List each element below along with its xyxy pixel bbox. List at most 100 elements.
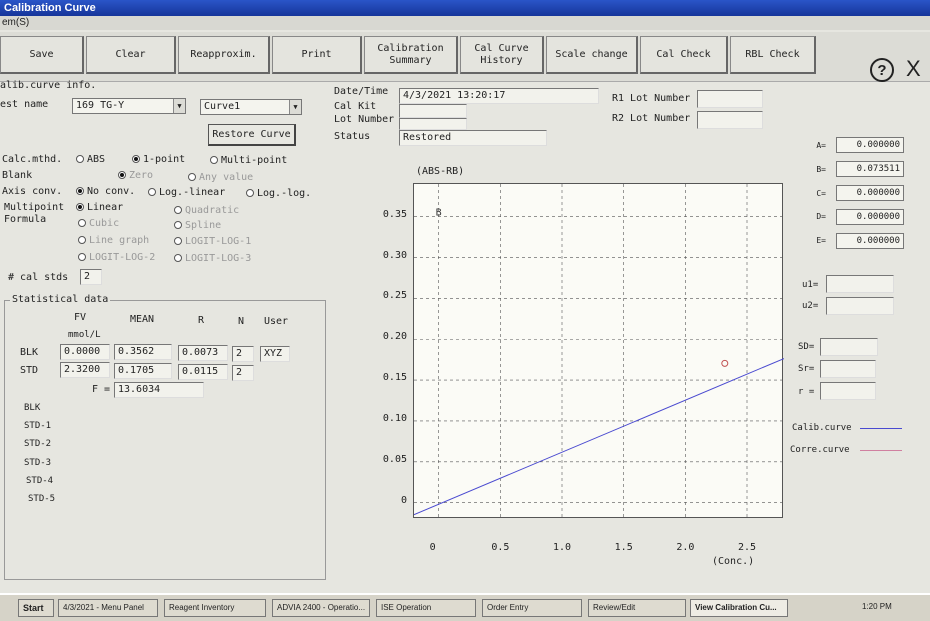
radio-spline[interactable]: Spline [174,220,221,231]
param-d-field: 0.000000 [836,209,904,225]
radio-multi-point[interactable]: Multi-point [210,155,287,166]
blk-r-field: 0.0073 [178,345,228,361]
legend-corre-line [860,450,902,451]
window-title: Calibration Curve [0,0,930,16]
restore-curve-button[interactable]: Restore Curve [208,124,296,146]
taskbar-item[interactable]: 4/3/2021 - Menu Panel [58,599,158,617]
radio-logit-log-3[interactable]: LOGIT-LOG-3 [174,253,251,264]
series-line-calib [413,358,785,516]
curve-select[interactable]: Curve1 ▼ [200,99,302,115]
x-tick-label: 1.0 [553,542,572,553]
r2-lot-field [697,111,763,129]
radio-any-value[interactable]: Any value [188,172,253,183]
taskbar: Start 4/3/2021 - Menu Panel Reagent Inve… [0,593,930,621]
cal-curve-history-button[interactable]: Cal Curve History [460,36,544,74]
radio-log-log[interactable]: Log.-log. [246,188,311,199]
radio-icon [174,206,182,214]
radio-log-linear[interactable]: Log.-linear [148,187,225,198]
y-tick-label: 0.30 [382,249,407,261]
clock: 1:20 PM [862,602,892,611]
statistical-data-group [4,300,326,580]
sr-label: Sr= [798,364,815,374]
chevron-down-icon: ▼ [289,100,301,114]
u2-label: u2= [802,301,819,311]
menu-bar[interactable]: em(S) [0,16,930,30]
radio-icon [78,219,86,227]
radio-line-graph[interactable]: Line graph [78,235,149,246]
r1-lot-label: R1 Lot Number [612,93,691,104]
blk-n-field: 2 [232,346,254,362]
radio-1-point[interactable]: 1-point [132,154,185,165]
cal-stds-field[interactable]: 2 [80,269,102,285]
lot-number-field [399,118,467,130]
param-e-label: E= [816,236,826,245]
any-value-label: Any value [199,172,254,183]
radio-no-conv[interactable]: No conv. [76,186,135,197]
test-name-select[interactable]: 169 TG-Y ▼ [72,98,186,114]
print-button[interactable]: Print [272,36,362,74]
taskbar-item-active[interactable]: View Calibration Cu... [690,599,788,617]
radio-logit-log-2[interactable]: LOGIT-LOG-2 [78,252,155,263]
blk-row-label: BLK [20,347,39,358]
list-item: BLK [24,403,41,413]
r-field [820,382,876,400]
help-icon[interactable]: ? [870,58,894,82]
rbl-check-button[interactable]: RBL Check [730,36,816,74]
list-item: STD-4 [26,476,54,486]
status-label: Status [334,131,371,142]
legend-calib-label: Calib.curve [792,423,852,433]
zero-label: Zero [129,170,154,181]
line-graph-label: Line graph [89,235,150,246]
x-tick-label: 2.5 [738,542,757,553]
radio-cubic[interactable]: Cubic [78,218,119,229]
multipoint-label: Multipoint [4,202,65,213]
radio-zero[interactable]: Zero [118,170,153,181]
legend-calib-line [860,428,902,429]
taskbar-item[interactable]: ISE Operation [376,599,476,617]
taskbar-item[interactable]: ADVIA 2400 - Operatio... [272,599,370,617]
close-icon[interactable]: X [906,56,921,82]
param-c-label: C= [816,189,826,198]
formula-label: Formula [4,214,47,225]
reapproxim-button[interactable]: Reapproxim. [178,36,270,74]
spline-label: Spline [185,220,222,231]
radio-quadratic[interactable]: Quadratic [174,205,239,216]
x-tick-label: 0.5 [491,542,510,553]
taskbar-item[interactable]: Reagent Inventory [164,599,266,617]
x-axis-label: (Conc.) [712,556,755,567]
cal-check-button[interactable]: Cal Check [640,36,728,74]
taskbar-item[interactable]: Review/Edit [588,599,686,617]
radio-icon [148,188,156,196]
param-d-label: D= [816,212,826,221]
radio-icon [76,203,84,211]
std-mean-field: 0.1705 [114,363,172,379]
fv-header: FV [74,312,87,323]
datetime-label: Date/Time [334,86,389,97]
std-fv-field: 2.3200 [60,362,110,378]
y-tick-label: 0.10 [382,412,407,424]
cal-stds-label: # cal stds [8,272,69,283]
calibration-summary-button[interactable]: Calibration Summary [364,36,458,74]
logit-log-3-label: LOGIT-LOG-3 [185,253,252,264]
radio-logit-log-1[interactable]: LOGIT-LOG-1 [174,236,251,247]
blk-mean-field: 0.3562 [114,344,172,360]
param-a-label: A= [816,141,826,150]
start-button[interactable]: Start [18,599,54,617]
sd-label: SD= [798,342,815,352]
scale-change-button[interactable]: Scale change [546,36,638,74]
radio-linear[interactable]: Linear [76,202,123,213]
y-tick-label: 0.35 [382,208,407,220]
save-button[interactable]: Save [0,36,84,74]
test-name-value: 169 TG-Y [76,100,125,111]
clear-button[interactable]: Clear [86,36,176,74]
log-linear-label: Log.-linear [159,187,226,198]
u1-label: u1= [802,280,819,290]
lot-number-label: Lot Number [334,114,395,125]
radio-abs[interactable]: ABS [76,154,105,165]
test-name-label: est name [0,99,49,110]
u2-field [826,297,894,315]
taskbar-item[interactable]: Order Entry [482,599,582,617]
log-log-label: Log.-log. [257,188,312,199]
axis-conv-label: Axis conv. [2,186,63,197]
param-b-field: 0.073511 [836,161,904,177]
